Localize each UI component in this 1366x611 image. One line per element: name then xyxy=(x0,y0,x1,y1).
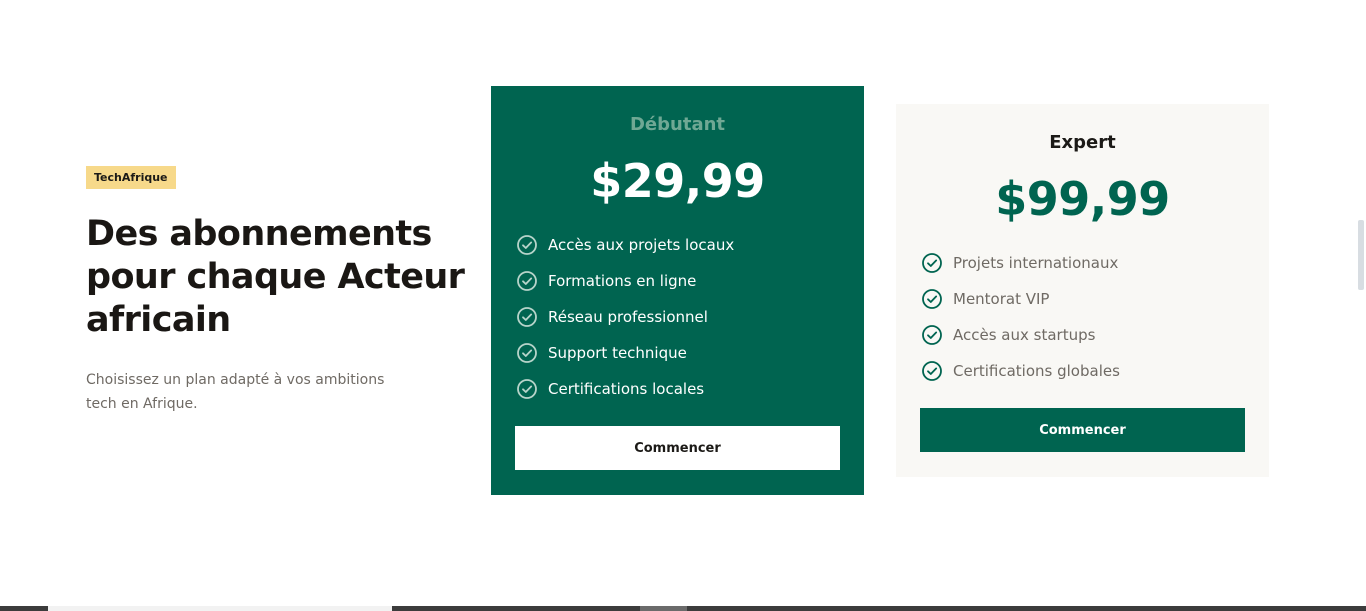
feature-label: Certifications globales xyxy=(953,362,1120,380)
feature-item: Certifications globales xyxy=(921,353,1269,389)
taskbar-active-app[interactable] xyxy=(640,606,687,611)
taskbar-search-box[interactable] xyxy=(48,606,392,611)
check-circle-icon xyxy=(517,271,537,291)
check-circle-icon xyxy=(922,289,942,309)
scrollbar-thumb[interactable] xyxy=(1358,220,1364,290)
plan-card-debutant: Débutant $29,99 Accès aux projets locaux… xyxy=(491,86,864,495)
feature-item: Mentorat VIP xyxy=(921,281,1269,317)
plan-card-expert: Expert $99,99 Projets internationaux Men… xyxy=(896,104,1269,477)
feature-label: Accès aux startups xyxy=(953,326,1096,344)
plan-name: Débutant xyxy=(629,114,726,135)
feature-label: Accès aux projets locaux xyxy=(548,236,735,254)
feature-label: Support technique xyxy=(548,344,687,362)
check-circle-icon xyxy=(517,235,537,255)
feature-item: Accès aux projets locaux xyxy=(516,227,864,263)
feature-item: Réseau professionnel xyxy=(516,299,864,335)
section-headline: Des abonnements pour chaque Acteur afric… xyxy=(86,214,465,340)
plan-price: $99,99 xyxy=(995,172,1170,226)
feature-label: Mentorat VIP xyxy=(953,290,1050,308)
section-subtitle: Choisissez un plan adapté à vos ambition… xyxy=(86,372,385,412)
feature-label: Réseau professionnel xyxy=(548,308,708,326)
check-circle-icon xyxy=(922,253,942,273)
feature-item: Formations en ligne xyxy=(516,263,864,299)
brand-tag: TechAfrique xyxy=(86,166,176,189)
feature-list: Projets internationaux Mentorat VIP Accè… xyxy=(921,245,1269,389)
feature-list: Accès aux projets locaux Formations en l… xyxy=(516,227,864,407)
feature-label: Projets internationaux xyxy=(953,254,1119,272)
feature-label: Certifications locales xyxy=(548,380,705,398)
feature-item: Accès aux startups xyxy=(921,317,1269,353)
check-circle-icon xyxy=(517,343,537,363)
start-button-expert[interactable]: Commencer xyxy=(920,408,1245,452)
check-circle-icon xyxy=(517,307,537,327)
feature-item: Certifications locales xyxy=(516,371,864,407)
check-circle-icon xyxy=(922,325,942,345)
feature-item: Projets internationaux xyxy=(921,245,1269,281)
start-button-debutant[interactable]: Commencer xyxy=(515,426,840,470)
check-circle-icon xyxy=(517,379,537,399)
plan-name: Expert xyxy=(1049,132,1116,153)
feature-label: Formations en ligne xyxy=(548,272,697,290)
feature-item: Support technique xyxy=(516,335,864,371)
plan-price: $29,99 xyxy=(590,154,765,208)
pricing-intro: TechAfrique Des abonnements pour chaque … xyxy=(86,166,466,416)
check-circle-icon xyxy=(922,361,942,381)
taskbar xyxy=(0,606,1366,611)
